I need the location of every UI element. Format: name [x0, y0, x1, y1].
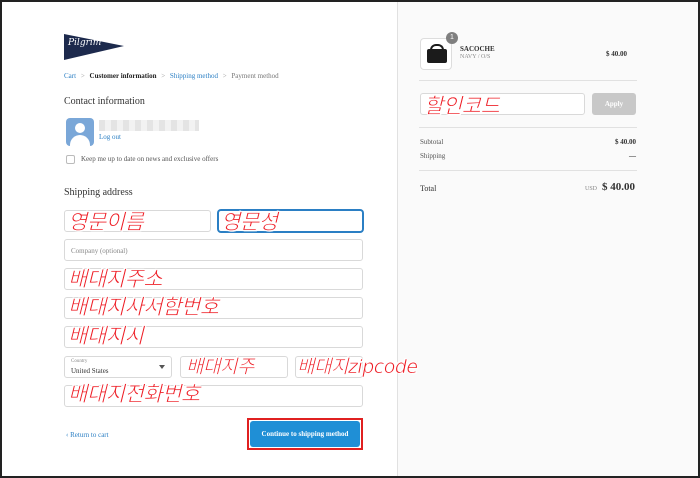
newsletter-label: Keep me up to date on news and exclusive…: [81, 155, 219, 163]
bag-icon: [427, 49, 447, 63]
city-annotation: 배대지시: [68, 324, 144, 349]
breadcrumb: Cart > Customer information > Shipping m…: [64, 72, 282, 80]
avatar-body-icon: [70, 135, 90, 146]
total-label: Total: [420, 184, 437, 193]
shipping-label: Shipping: [420, 152, 446, 160]
last-name-annotation: 영문성: [221, 210, 279, 235]
address-annotation: 배대지주소: [68, 267, 163, 292]
subtotal-value: $ 40.00: [615, 138, 636, 146]
product-price: $ 40.00: [606, 50, 627, 58]
logout-link[interactable]: Log out: [99, 133, 121, 141]
breadcrumb-customer-information: Customer information: [89, 72, 157, 80]
first-name-annotation: 영문이름: [68, 210, 144, 235]
zip-annotation: 배대지zipcode: [297, 356, 419, 379]
contact-section-title: Contact information: [64, 96, 145, 107]
country-select[interactable]: Country United States: [64, 356, 172, 378]
chevron-down-icon: [159, 365, 165, 369]
breadcrumb-separator: >: [161, 72, 166, 80]
breadcrumb-separator: >: [80, 72, 85, 80]
divider: [419, 127, 637, 128]
shipping-value: —: [629, 152, 636, 160]
product-variant: NAVY / O/S: [460, 54, 491, 60]
discount-annotation: 할인코드: [424, 94, 500, 119]
country-value: United States: [71, 367, 109, 375]
subtotal-label: Subtotal: [420, 138, 444, 146]
divider: [419, 80, 637, 81]
apply-button[interactable]: Apply: [592, 93, 636, 115]
breadcrumb-cart[interactable]: Cart: [64, 72, 76, 80]
product-thumbnail: [420, 38, 452, 70]
total-value: $ 40.00: [602, 181, 635, 193]
apartment-annotation: 배대지사서함번호: [68, 295, 220, 320]
breadcrumb-shipping-method[interactable]: Shipping method: [170, 72, 218, 80]
company-placeholder: Company (optional): [71, 247, 128, 255]
phone-annotation: 배대지전화번호: [68, 382, 201, 407]
continue-to-shipping-button[interactable]: Continue to shipping method: [250, 421, 360, 447]
order-summary-panel: [397, 2, 698, 476]
breadcrumb-separator: >: [222, 72, 227, 80]
breadcrumb-payment-method: Payment method: [231, 72, 279, 80]
continue-highlight: Continue to shipping method: [247, 418, 363, 450]
brand-logo[interactable]: Pilgrim: [64, 30, 124, 62]
logo-text: Pilgrim: [68, 38, 102, 48]
return-to-cart-link[interactable]: ‹ Return to cart: [66, 431, 109, 439]
blurred-email: [99, 120, 199, 131]
avatar: [66, 118, 94, 146]
currency-code: USD: [585, 186, 598, 192]
shipping-section-title: Shipping address: [64, 187, 133, 198]
newsletter-checkbox[interactable]: [66, 155, 75, 164]
company-field[interactable]: Company (optional): [64, 239, 363, 261]
return-to-cart-label: Return to cart: [70, 431, 109, 439]
divider: [419, 170, 637, 171]
quantity-badge: 1: [446, 32, 458, 44]
avatar-head-icon: [75, 123, 85, 133]
country-label: Country: [71, 359, 88, 364]
state-annotation: 배대지주: [186, 356, 255, 379]
product-name: SACOCHE: [460, 45, 495, 53]
